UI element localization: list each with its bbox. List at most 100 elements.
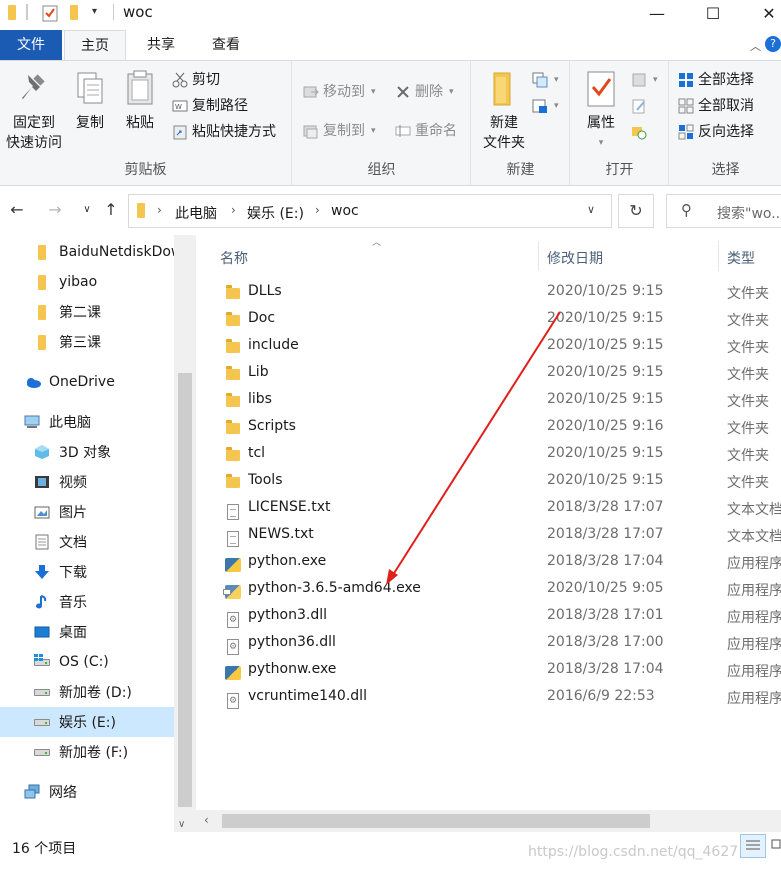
- scroll-left-icon[interactable]: ‹: [204, 813, 209, 827]
- pin-to-quick-access-button[interactable]: 固定到 快速访问: [2, 67, 66, 153]
- edit-button[interactable]: [631, 95, 647, 117]
- new-item-icon: [532, 72, 548, 88]
- horizontal-scrollbar-thumb[interactable]: [222, 814, 650, 828]
- back-arrow-icon[interactable]: ←: [6, 199, 28, 221]
- move-to-button[interactable]: 移动到 ▾: [303, 81, 376, 103]
- select-all-icon: [678, 72, 694, 88]
- paste-shortcut-button[interactable]: 粘贴快捷方式: [172, 121, 276, 143]
- folder-icon: [6, 4, 20, 22]
- breadcrumb-woc[interactable]: woc: [331, 203, 359, 219]
- select-all-label: 全部选择: [698, 72, 754, 88]
- new-group: 新建 文件夹 ▾ ▾ 新建: [472, 61, 570, 185]
- download-arrow-icon: [34, 564, 50, 580]
- close-button[interactable]: ✕: [740, 0, 781, 26]
- nav-item-onedrive[interactable]: OneDrive: [0, 367, 174, 397]
- clipboard-group-label: 剪贴板: [124, 162, 167, 178]
- scissors-icon: [172, 72, 188, 88]
- refresh-icon[interactable]: ↻: [618, 194, 654, 228]
- nav-item-network[interactable]: 网络: [0, 777, 174, 807]
- delete-button[interactable]: 删除 ▾: [395, 81, 454, 103]
- breadcrumb-separator-icon[interactable]: ›: [315, 203, 320, 217]
- copy-to-button[interactable]: 复制到 ▾: [303, 120, 376, 142]
- nav-item-downloads[interactable]: 下载: [0, 557, 174, 587]
- large-icons-view-icon[interactable]: [770, 834, 781, 858]
- nav-item-lesson-2[interactable]: 第二课: [0, 297, 174, 327]
- address-field[interactable]: › 此电脑 › 娱乐 (E:) › woc ∨: [128, 194, 612, 228]
- move-to-icon: [303, 84, 319, 100]
- breadcrumb-separator-icon[interactable]: ›: [231, 203, 236, 217]
- nav-item-yibao[interactable]: yibao: [0, 267, 174, 297]
- nav-item-label: 下载: [59, 565, 87, 581]
- paste-button[interactable]: 粘贴: [116, 67, 164, 133]
- nav-item-documents[interactable]: 文档: [0, 527, 174, 557]
- nav-item-label: 娱乐 (E:): [59, 715, 116, 731]
- nav-pane-scrollbar-thumb[interactable]: [178, 373, 192, 807]
- easy-access-button[interactable]: ▾: [532, 95, 559, 117]
- pin-label-1: 固定到: [13, 115, 55, 131]
- tab-file[interactable]: 文件: [0, 30, 62, 60]
- breadcrumb-this-pc[interactable]: 此电脑: [175, 203, 217, 223]
- watermark: https://blog.csdn.net/qq_4627: [528, 844, 739, 860]
- nav-item-desktop[interactable]: 桌面: [0, 617, 174, 647]
- recent-locations-chevron-icon[interactable]: ∨: [76, 199, 98, 221]
- select-none-button[interactable]: 全部取消: [678, 95, 754, 117]
- drive-icon: [34, 744, 50, 760]
- nav-item-drive-c[interactable]: OS (C:): [0, 647, 174, 677]
- nav-item-music[interactable]: 音乐: [0, 587, 174, 617]
- scroll-down-icon[interactable]: ∨: [178, 819, 185, 830]
- new-folder-quick-icon[interactable]: [66, 4, 82, 22]
- search-input[interactable]: ⚲ 搜索"wo...: [666, 194, 781, 228]
- horizontal-scrollbar[interactable]: ‹: [196, 810, 781, 832]
- nav-item-videos[interactable]: 视频: [0, 467, 174, 497]
- nav-item-drive-d[interactable]: 新加卷 (D:): [0, 677, 174, 707]
- forward-arrow-icon[interactable]: →: [44, 199, 66, 221]
- windows-drive-icon: [34, 654, 50, 670]
- maximize-button[interactable]: ☐: [684, 0, 742, 26]
- details-view-icon[interactable]: [740, 834, 766, 858]
- help-icon[interactable]: ?: [765, 36, 781, 52]
- nav-item-drive-f[interactable]: 新加卷 (F:): [0, 737, 174, 767]
- tab-view[interactable]: 查看: [196, 30, 256, 60]
- new-item-button[interactable]: ▾: [532, 69, 559, 91]
- properties-dropdown-icon[interactable]: ▾: [577, 133, 625, 153]
- copy-to-icon: [303, 123, 319, 139]
- history-button[interactable]: [631, 121, 647, 143]
- select-all-button[interactable]: 全部选择: [678, 69, 754, 91]
- open-button[interactable]: ▾: [631, 69, 658, 91]
- tab-home[interactable]: 主页: [64, 30, 126, 61]
- properties-button[interactable]: 属性 ▾: [577, 67, 625, 153]
- nav-item-pictures[interactable]: 图片: [0, 497, 174, 527]
- invert-selection-button[interactable]: 反向选择: [678, 121, 754, 143]
- nav-pane-scrollbar[interactable]: ∨: [174, 235, 196, 832]
- nav-item-drive-e[interactable]: 娱乐 (E:): [0, 707, 174, 737]
- nav-item-label: 文档: [59, 535, 87, 551]
- quick-access-customize-icon[interactable]: ▾: [92, 6, 104, 24]
- copy-button[interactable]: 复制: [68, 67, 112, 133]
- nav-item-this-pc[interactable]: 此电脑: [0, 407, 174, 437]
- new-folder-button[interactable]: 新建 文件夹: [480, 67, 528, 153]
- nav-item-lesson-3[interactable]: 第三课: [0, 327, 174, 357]
- nav-item-label: 新加卷 (F:): [59, 745, 129, 761]
- open-group: 属性 ▾ ▾ 打开: [571, 61, 669, 185]
- breadcrumb-separator-icon[interactable]: ›: [157, 203, 162, 217]
- address-dropdown-chevron-icon[interactable]: ∨: [587, 203, 595, 216]
- cut-label: 剪切: [192, 72, 220, 88]
- up-arrow-icon[interactable]: ↑: [100, 199, 122, 221]
- breadcrumb-drive-e[interactable]: 娱乐 (E:): [247, 203, 304, 223]
- status-bar: 16 个项目 https://blog.csdn.net/qq_4627: [0, 832, 781, 870]
- paste-shortcut-label: 粘贴快捷方式: [192, 124, 276, 140]
- tab-share[interactable]: 共享: [132, 30, 190, 60]
- nav-item-3d-objects[interactable]: 3D 对象: [0, 437, 174, 467]
- cut-button[interactable]: 剪切: [172, 69, 220, 91]
- rename-button[interactable]: 重命名: [395, 120, 457, 142]
- copy-path-button[interactable]: W 复制路径: [172, 95, 248, 117]
- pin-label-2: 快速访问: [6, 135, 62, 151]
- nav-item-label: 音乐: [59, 595, 87, 611]
- invert-selection-label: 反向选择: [698, 124, 754, 140]
- properties-quick-icon[interactable]: [42, 4, 58, 22]
- nav-item-baidunetdiskdownload[interactable]: BaiduNetdiskDownload: [0, 237, 174, 267]
- item-count: 16 个项目: [12, 841, 77, 857]
- ribbon-collapse-icon[interactable]: ︿: [750, 38, 761, 54]
- minimize-button[interactable]: —: [628, 0, 686, 26]
- picture-icon: [34, 504, 50, 520]
